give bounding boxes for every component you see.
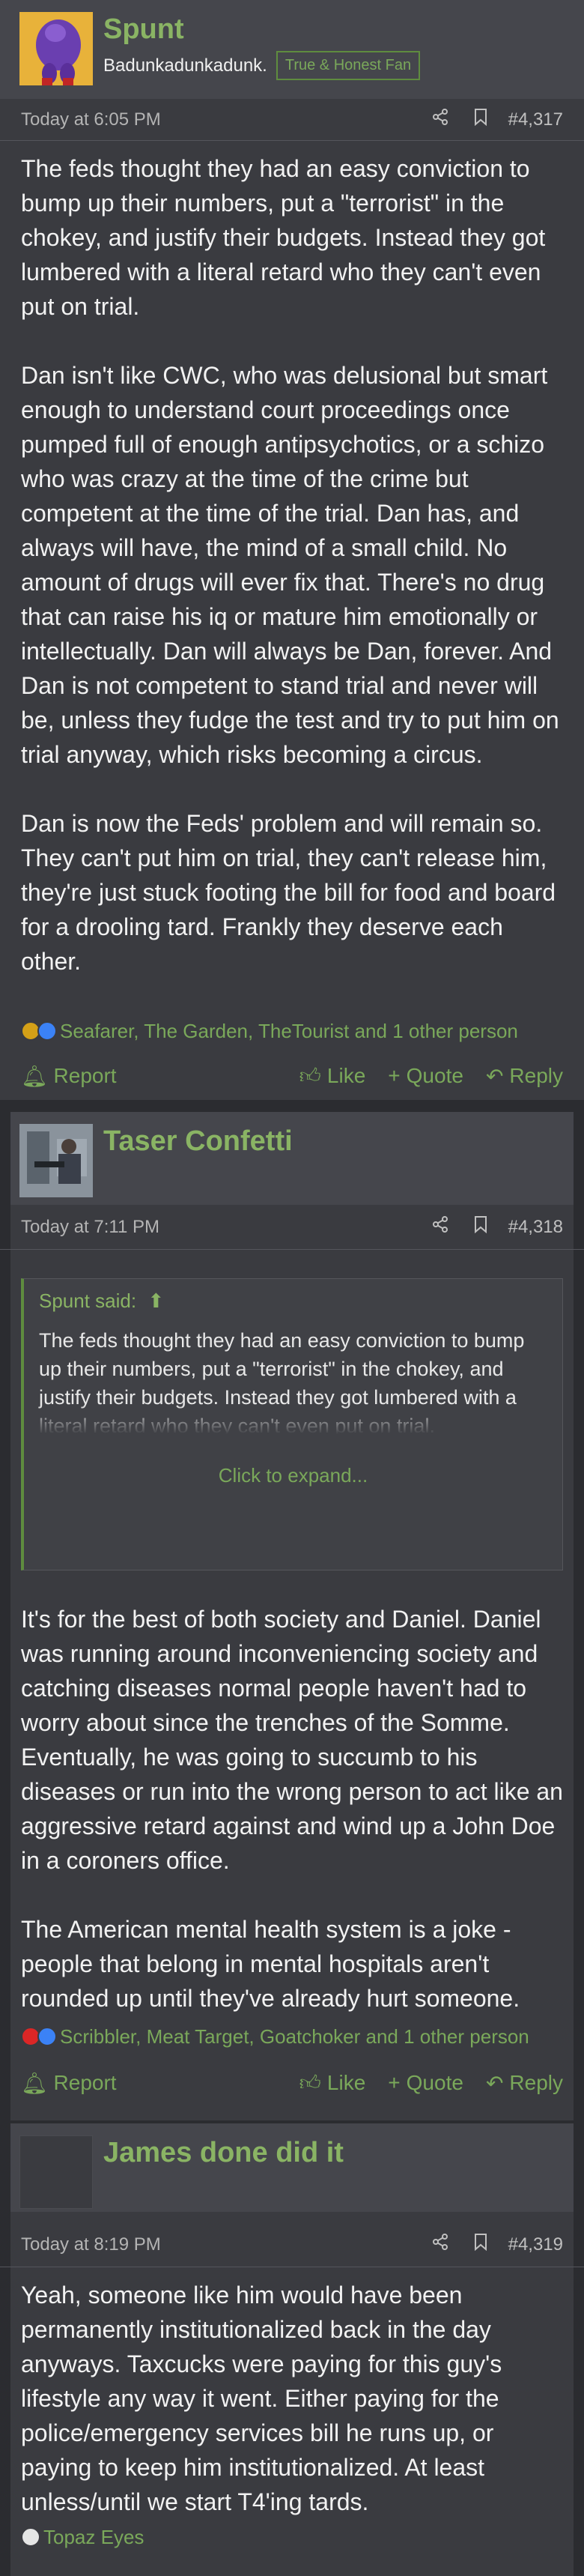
bookmark-icon[interactable] xyxy=(469,1215,492,1239)
post-paragraph: Yeah, someone like him would have been p… xyxy=(21,2282,502,2515)
avatar[interactable] xyxy=(19,1124,93,1197)
post-body: It's for the best of both society and Da… xyxy=(0,1591,584,2026)
reaction-icons xyxy=(21,2527,40,2547)
report-label: Report xyxy=(53,1064,117,1087)
reply-button[interactable]: ↶ Reply xyxy=(486,1064,563,1089)
plus-icon: + xyxy=(388,2071,401,2094)
reply-arrow-icon: ↶ xyxy=(485,2071,504,2095)
blank-avatar[interactable] xyxy=(19,2135,93,2209)
bookmark-icon[interactable] xyxy=(469,2233,492,2256)
bell-icon: 🔔︎ xyxy=(21,2071,48,2095)
share-icon[interactable] xyxy=(429,1215,451,1239)
expand-quote-button[interactable]: Click to expand... xyxy=(24,1434,562,1501)
post-number[interactable]: #4,319 xyxy=(508,2234,563,2255)
post-meta: Today at 7:11 PM #4,318 xyxy=(0,1205,584,1250)
reactions-bar[interactable]: Topaz Eyes xyxy=(0,2521,584,2554)
white-reaction-icon xyxy=(21,2527,40,2547)
reply-label: Reply xyxy=(509,1064,563,1087)
reaction-icons xyxy=(21,1021,57,1041)
reply-arrow-icon: ↶ xyxy=(485,1064,504,1088)
reaction-icons xyxy=(21,2027,57,2046)
username[interactable]: Taser Confetti xyxy=(103,1124,293,1158)
quote-button[interactable]: + Quote xyxy=(388,2071,463,2095)
reactions-text[interactable]: Seafarer, The Garden, TheTourist and 1 o… xyxy=(60,1020,518,1043)
post-meta: Today at 8:19 PM #4,319 xyxy=(0,2222,584,2267)
reactions-text[interactable]: Topaz Eyes xyxy=(43,2526,144,2549)
post-body: Yeah, someone like him would have been p… xyxy=(0,2267,584,2515)
photo-avatar-icon xyxy=(19,1124,93,1197)
post-paragraph: It's for the best of both society and Da… xyxy=(21,1606,563,1874)
report-button[interactable]: 🔔︎ Report xyxy=(21,2071,117,2096)
thumbs-up-icon: 👍︎ xyxy=(299,1064,321,1087)
reactions-bar[interactable]: Seafarer, The Garden, TheTourist and 1 o… xyxy=(0,1015,584,1047)
like-button[interactable]: 👍︎ Like xyxy=(299,2070,366,2096)
post-actions: 🔔︎ Report 👍︎ Like + Quote ↶ Reply xyxy=(0,2061,584,2105)
like-reaction-icon xyxy=(37,1021,57,1041)
user-header: Taser Confetti xyxy=(10,1112,574,1205)
share-icon[interactable] xyxy=(429,2233,451,2256)
post-timestamp[interactable]: Today at 7:11 PM xyxy=(21,1217,159,1238)
thumbs-up-icon: 👍︎ xyxy=(299,2071,321,2094)
quote-label: Quote xyxy=(406,1064,463,1087)
post-paragraph: The American mental health system is a j… xyxy=(21,1916,520,2012)
report-button[interactable]: 🔔︎ Report xyxy=(21,1064,117,1089)
quote-block: Spunt said: ⬆︎ The feds thought they had… xyxy=(21,1278,563,1570)
quote-button[interactable]: + Quote xyxy=(388,1064,463,1088)
report-label: Report xyxy=(53,2071,117,2094)
post-number[interactable]: #4,318 xyxy=(508,1217,563,1238)
bell-icon: 🔔︎ xyxy=(21,1064,48,1088)
reply-label: Reply xyxy=(509,2071,563,2094)
user-header: James done did it xyxy=(10,2123,574,2212)
quote-label: Quote xyxy=(406,2071,463,2094)
arrow-up-circle-icon[interactable]: ⬆︎ xyxy=(147,1289,164,1312)
like-label: Like xyxy=(326,2071,366,2094)
quote-text: The feds thought they had an easy convic… xyxy=(24,1323,562,1434)
plus-icon: + xyxy=(388,1064,401,1087)
reactions-text[interactable]: Scribbler, Meat Target, Goatchoker and 1… xyxy=(60,2025,529,2049)
username[interactable]: James done did it xyxy=(103,2135,344,2170)
like-reaction-icon xyxy=(37,2027,57,2046)
post-timestamp[interactable]: Today at 8:19 PM xyxy=(21,2234,161,2255)
reply-button[interactable]: ↶ Reply xyxy=(486,2071,563,2096)
reactions-bar[interactable]: Scribbler, Meat Target, Goatchoker and 1… xyxy=(0,2020,584,2053)
post-actions: 🔔︎ Report 👍︎ Like + Quote ↶ Reply xyxy=(0,1053,584,1098)
like-label: Like xyxy=(326,1064,366,1087)
quote-author-label: Spunt said: xyxy=(39,1289,137,1312)
like-button[interactable]: 👍︎ Like xyxy=(299,1063,366,1089)
quote-author[interactable]: Spunt said: ⬆︎ xyxy=(24,1279,562,1323)
